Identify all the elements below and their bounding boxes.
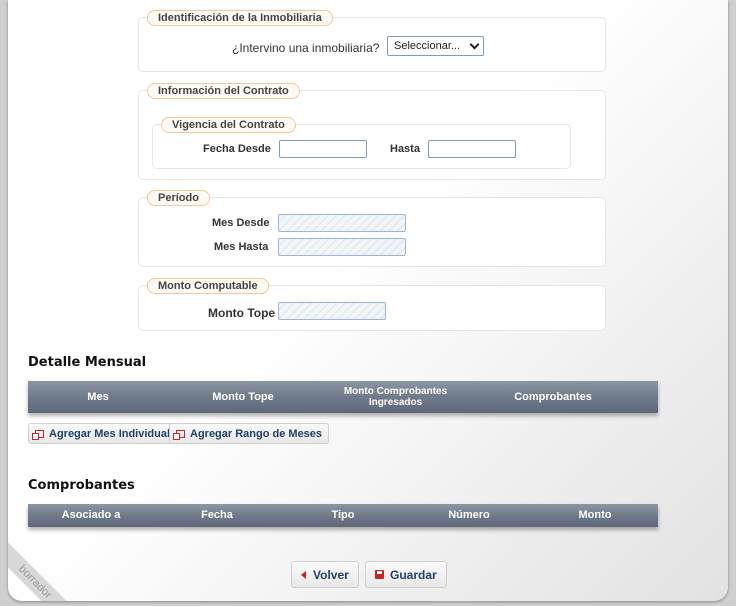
comprobantes-col-monto: Monto [578, 509, 612, 521]
monto-fieldset: Monto Computable Monto Tope [138, 278, 606, 331]
form-sheet: Identificación de la Inmobiliaria ¿Inter… [8, 0, 728, 601]
comprobantes-table-header: Asociado a Fecha Tipo Número Monto [28, 504, 658, 527]
contrato-legend: Información del Contrato [147, 83, 300, 99]
periodo-legend: Período [147, 190, 210, 206]
save-button[interactable]: Guardar [365, 561, 447, 588]
monto-tope-input[interactable] [278, 302, 386, 320]
add-window-icon [173, 429, 185, 440]
inmobiliaria-fieldset: Identificación de la Inmobiliaria ¿Inter… [138, 10, 606, 72]
intervino-label: ¿Intervino una inmobiliaria? [232, 41, 380, 55]
mes-hasta-input[interactable] [278, 238, 406, 256]
periodo-fieldset: Período Mes Desde Mes Hasta [138, 190, 606, 267]
fecha-desde-input[interactable] [279, 140, 367, 158]
add-month-range-label: Agregar Rango de Meses [190, 427, 323, 440]
mes-desde-input[interactable] [278, 214, 406, 232]
detalle-col-mes: Mes [87, 390, 109, 403]
monto-legend: Monto Computable [147, 278, 269, 294]
add-month-individual-button[interactable]: Agregar Mes Individual [28, 423, 178, 444]
add-window-icon [32, 429, 44, 440]
inmobiliaria-select[interactable]: Seleccionar... [387, 36, 484, 56]
vigencia-legend: Vigencia del Contrato [161, 117, 296, 133]
comprobantes-col-asociado: Asociado a [61, 509, 121, 521]
back-button[interactable]: Volver [291, 561, 359, 588]
detalle-table-header: Mes Monto Tope Monto Comprobantes Ingres… [28, 381, 658, 413]
add-month-individual-label: Agregar Mes Individual [49, 427, 171, 440]
inmobiliaria-select-value: Seleccionar... [394, 40, 461, 52]
comprobantes-col-numero: Número [448, 509, 490, 521]
hasta-label: Hasta [390, 143, 420, 155]
detalle-col-comprobantes: Comprobantes [514, 390, 592, 403]
contrato-fieldset: Información del Contrato Vigencia del Co… [138, 83, 606, 180]
back-arrow-icon [301, 570, 306, 579]
vigencia-fieldset: Vigencia del Contrato Fecha Desde Hasta [152, 117, 571, 169]
mes-desde-label: Mes Desde [212, 217, 270, 229]
draft-watermark: borrador [8, 536, 81, 601]
save-label: Guardar [390, 567, 437, 582]
fecha-desde-label: Fecha Desde [203, 143, 271, 155]
detalle-col-monto-tope: Monto Tope [212, 390, 274, 403]
comprobantes-title: Comprobantes [28, 478, 135, 493]
add-month-range-button[interactable]: Agregar Rango de Meses [169, 423, 330, 444]
chevron-down-icon [469, 39, 480, 50]
comprobantes-col-fecha: Fecha [201, 509, 233, 521]
hasta-input[interactable] [428, 140, 516, 158]
monto-tope-label: Monto Tope [208, 306, 276, 320]
detalle-title: Detalle Mensual [28, 355, 147, 370]
save-icon [375, 570, 384, 579]
comprobantes-col-tipo: Tipo [331, 509, 355, 521]
detalle-col-monto-comprobantes: Monto Comprobantes Ingresados [343, 386, 448, 408]
mes-hasta-label: Mes Hasta [214, 241, 269, 253]
inmobiliaria-legend: Identificación de la Inmobiliaria [147, 10, 333, 26]
back-label: Volver [313, 567, 349, 582]
